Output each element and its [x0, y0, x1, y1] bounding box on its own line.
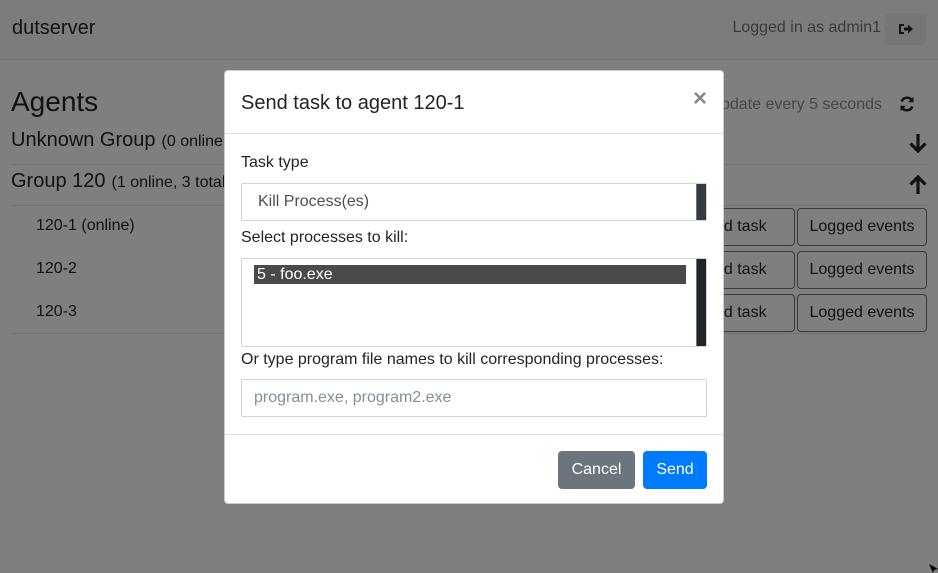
mouse-cursor-icon	[929, 564, 938, 573]
task-type-label: Task type	[241, 154, 309, 171]
listbox-scrollbar[interactable]	[696, 259, 706, 346]
page: dutserver Logged in as admin1 Agents Upd…	[0, 0, 938, 573]
modal-title: Send task to agent 120-1	[241, 92, 465, 114]
process-option[interactable]: 5 - foo.exe	[254, 265, 686, 284]
program-names-input[interactable]	[241, 379, 707, 417]
modal-footer: Cancel Send	[225, 434, 723, 503]
close-icon[interactable]: ×	[693, 87, 707, 111]
task-type-value: Kill Process(es)	[258, 193, 370, 210]
send-button[interactable]: Send	[643, 451, 707, 489]
program-names-label: Or type program file names to kill corre…	[241, 351, 664, 368]
select-scrollbar[interactable]	[696, 184, 706, 220]
modal-header: Send task to agent 120-1 ×	[225, 71, 723, 134]
process-listbox[interactable]: 5 - foo.exe	[241, 258, 707, 347]
send-task-modal: Send task to agent 120-1 × Task type Kil…	[224, 70, 724, 504]
select-processes-label: Select processes to kill:	[241, 229, 409, 246]
cancel-button[interactable]: Cancel	[558, 451, 635, 489]
task-type-select[interactable]: Kill Process(es)	[241, 183, 707, 221]
